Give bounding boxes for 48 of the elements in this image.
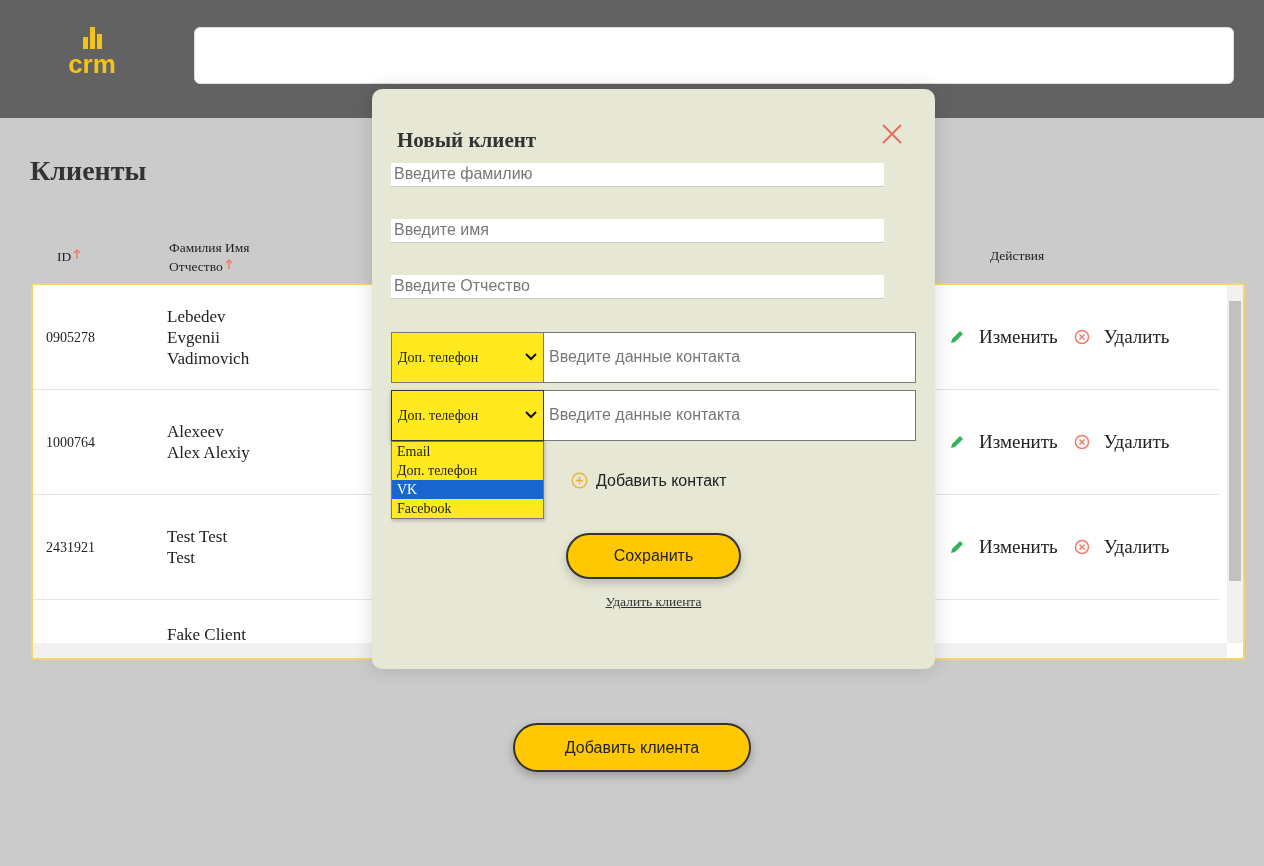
- column-header[interactable]: Действия: [990, 246, 1264, 267]
- text-field[interactable]: Введите Отчество: [391, 274, 884, 299]
- cancel-icon: [1073, 329, 1090, 345]
- column-header[interactable]: Фамилия Имя Отчество: [169, 237, 269, 276]
- contact-field[interactable]: Введите данные контакта: [544, 331, 916, 383]
- sort-arrow-icon[interactable]: [73, 249, 82, 259]
- delete-button[interactable]: Удалить: [1073, 322, 1170, 352]
- text-field[interactable]: Введите фамилию: [391, 162, 884, 187]
- cancel-icon: [1073, 434, 1090, 450]
- dropdown-option[interactable]: Facebook: [392, 498, 543, 518]
- table-cell-text: 1000764: [46, 433, 96, 452]
- edit-button[interactable]: Изменить: [949, 532, 1058, 562]
- save-button[interactable]: Сохранить: [566, 532, 741, 579]
- table-cell: Fake Client: [167, 624, 246, 645]
- pencil-icon: [949, 539, 965, 555]
- delete-client-link[interactable]: Удалить клиента: [605, 591, 702, 612]
- delete-button[interactable]: Удалить: [1073, 427, 1170, 457]
- close-button[interactable]: [881, 121, 903, 143]
- dropdown-option[interactable]: Доп. телефон: [392, 460, 543, 480]
- table-cell: Test Test Test: [167, 526, 228, 568]
- edit-button[interactable]: Изменить: [949, 427, 1058, 457]
- delete-button[interactable]: Удалить: [1073, 532, 1170, 562]
- edit-button[interactable]: Изменить: [949, 322, 1058, 352]
- modal-title: Новый клиент: [397, 127, 537, 154]
- add-contact-button[interactable]: Добавить контакт: [571, 468, 727, 493]
- contact-field[interactable]: Введите данные контакта: [544, 389, 916, 441]
- chevron-icon: [525, 353, 537, 361]
- column-header[interactable]: ID: [57, 247, 157, 266]
- search-field[interactable]: [194, 27, 1234, 84]
- table-cell: Alexeev Alex Alexiy: [167, 421, 250, 463]
- page-title: Клиенты: [30, 154, 147, 188]
- cancel-icon: [1073, 539, 1090, 555]
- table-cell: Lebedev Evgenii Vadimovich: [167, 305, 250, 369]
- dropdown-option[interactable]: Email: [392, 441, 543, 461]
- pencil-icon: [949, 434, 965, 450]
- logo[interactable]: crm: [60, 27, 124, 118]
- vertical-scrollbar[interactable]: [1227, 285, 1243, 643]
- add-client-button[interactable]: Добавить клиента: [513, 723, 751, 772]
- sort-arrow-icon[interactable]: [224, 258, 233, 269]
- chevron-icon: [525, 411, 537, 419]
- pencil-icon: [949, 329, 965, 345]
- table-cell-text: 0905278: [46, 328, 96, 347]
- table-cell-text: 2431921: [46, 538, 96, 557]
- dropdown-option[interactable]: VK: [392, 479, 543, 499]
- contact-type-select[interactable]: Доп. телефон: [391, 389, 544, 441]
- text-field[interactable]: Введите имя: [391, 218, 884, 243]
- contact-type-select[interactable]: Доп. телефон: [391, 331, 544, 383]
- plus-circle-icon: [571, 472, 588, 489]
